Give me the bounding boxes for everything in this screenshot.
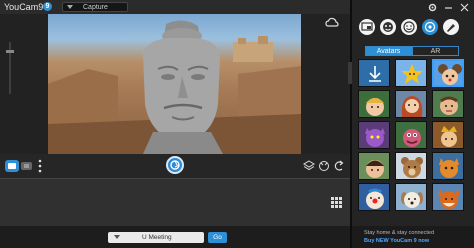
- controls-bar: [0, 154, 350, 178]
- panel-tabs: Avatars AR: [365, 46, 459, 56]
- promo-line1: Stay home & stay connected: [364, 230, 435, 236]
- face-beauty-icon[interactable]: [318, 160, 330, 172]
- undo-icon[interactable]: [333, 160, 345, 172]
- smiley-icon: [403, 21, 415, 33]
- face-tool-button[interactable]: [380, 19, 396, 35]
- version-badge: 9: [43, 2, 52, 11]
- more-options-icon[interactable]: [38, 159, 42, 173]
- capture-tray: [0, 178, 350, 226]
- avatar-purple-cat[interactable]: [358, 121, 390, 149]
- chevron-down-icon: [67, 5, 73, 9]
- avatar-art: [366, 188, 384, 209]
- screen-tool-button[interactable]: [359, 19, 375, 35]
- meeting-app-dropdown[interactable]: U Meeting: [108, 232, 204, 243]
- camera-preview[interactable]: [48, 14, 301, 154]
- avatar-art: [401, 157, 423, 178]
- avatar-clown-face[interactable]: [358, 183, 390, 211]
- chevron-down-icon: [114, 235, 120, 239]
- avatar-red-hair-girl[interactable]: [395, 90, 427, 118]
- avatar-cartoon-mouse[interactable]: [432, 59, 464, 87]
- bottom-bar: U Meeting Go: [0, 226, 350, 248]
- avatar-art: [438, 64, 462, 85]
- promo-link[interactable]: Buy NEW YouCam 9 now: [364, 238, 429, 244]
- zoom-slider-thumb[interactable]: [6, 50, 14, 53]
- face-icon: [383, 22, 393, 32]
- avatar-art: [441, 126, 457, 147]
- avatar-orange-cat[interactable]: [432, 152, 464, 180]
- avatar-art: [438, 189, 460, 209]
- download-avatars-button[interactable]: [358, 59, 390, 87]
- avatar-art: [366, 98, 384, 116]
- avatar-art: [403, 129, 421, 147]
- shutter-icon: [170, 160, 180, 170]
- left-rail: [0, 14, 48, 154]
- layers-icon[interactable]: [303, 160, 315, 172]
- avatar-art: [401, 64, 423, 84]
- download-icon: [369, 66, 381, 82]
- avatar-sunburst-star[interactable]: [395, 59, 427, 87]
- minimize-icon[interactable]: [444, 3, 453, 12]
- avatar-pink-puppet[interactable]: [395, 121, 427, 149]
- settings-icon[interactable]: [428, 3, 437, 12]
- avatar-blond-boy[interactable]: [358, 90, 390, 118]
- avatar-brown-bear[interactable]: [395, 152, 427, 180]
- go-button[interactable]: Go: [208, 232, 227, 243]
- avatar-art: [401, 96, 423, 117]
- brush-tool-button[interactable]: [443, 19, 459, 35]
- mode-value: Capture: [83, 4, 108, 11]
- camera-toggle[interactable]: [5, 160, 35, 172]
- capture-button[interactable]: [166, 156, 184, 174]
- avatar-grid: [358, 59, 468, 217]
- avatar-fox-face[interactable]: [432, 183, 464, 211]
- close-icon[interactable]: [460, 3, 469, 12]
- brush-icon: [447, 24, 455, 32]
- cloud-sync-icon[interactable]: [325, 17, 339, 29]
- avatar-art: [365, 128, 385, 147]
- promo-banner[interactable]: Stay home & stay connected Buy NEW YouCa…: [352, 226, 474, 248]
- gallery-grid-icon[interactable]: [331, 197, 342, 208]
- preview-right-rail: [301, 14, 350, 154]
- tab-ar[interactable]: AR: [412, 46, 459, 56]
- app-title: YouCam9: [4, 2, 44, 12]
- mode-dropdown[interactable]: Capture: [62, 2, 128, 12]
- avatar-art: [366, 160, 384, 178]
- avatar-white-puppy[interactable]: [395, 183, 427, 211]
- preview-scene: [48, 20, 301, 154]
- meeting-app-value: U Meeting: [142, 234, 172, 241]
- effects-icon: [424, 21, 436, 33]
- emoji-tool-button[interactable]: [401, 19, 417, 35]
- avatar-gold-crown[interactable]: [432, 121, 464, 149]
- title-bar: YouCam9 9 Capture: [0, 0, 350, 14]
- tab-avatars[interactable]: Avatars: [365, 46, 412, 56]
- avatar-art: [439, 158, 459, 178]
- effects-tool-button[interactable]: [422, 19, 438, 35]
- avatar-art: [440, 96, 458, 115]
- avatar-art: [401, 192, 423, 208]
- avatar-dark-hair-kid[interactable]: [358, 152, 390, 180]
- avatar-grumpy-kid[interactable]: [432, 90, 464, 118]
- screen-icon: [361, 22, 373, 31]
